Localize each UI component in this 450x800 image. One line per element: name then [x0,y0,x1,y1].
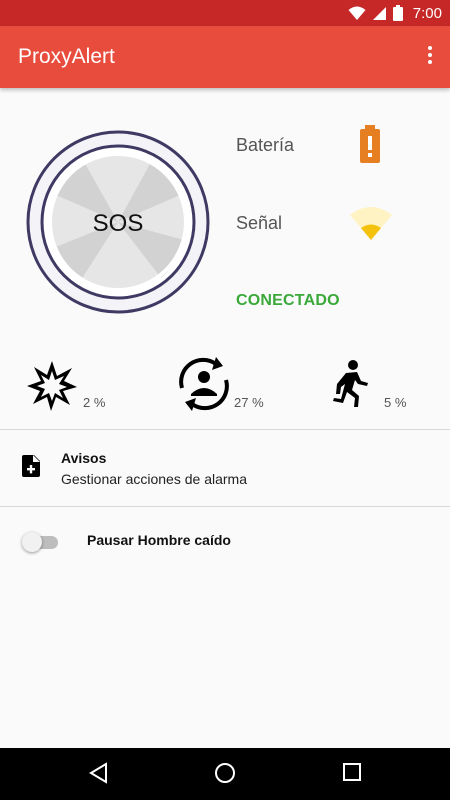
avisos-title: Avisos [61,450,107,466]
overflow-dot [428,60,432,64]
pause-man-down-label: Pausar Hombre caído [87,532,231,548]
connection-status: CONECTADO [236,292,340,309]
add-document-icon [22,455,40,477]
back-icon[interactable] [88,762,110,784]
battery-status-icon [392,5,403,21]
pause-man-down-row: Pausar Hombre caído [0,507,450,571]
battery-alert-icon [360,125,380,163]
navigation-bar [0,748,450,800]
avisos-subtitle: Gestionar acciones de alarma [61,471,247,487]
status-time: 7:00 [412,4,442,22]
rotation-value: 27 % [234,395,264,410]
pause-man-down-toggle[interactable] [22,531,60,552]
app-bar: ProxyAlert [0,26,450,88]
cell-signal-icon [372,6,386,20]
impact-value: 2 % [83,395,106,410]
recents-icon[interactable] [342,762,362,782]
status-bar: 7:00 [0,0,450,26]
overflow-dot [428,46,432,50]
battery-label: Batería [236,135,295,155]
impact-icon [27,361,77,411]
sos-label: SOS [92,210,144,237]
running-value: 5 % [384,395,407,410]
running-person-icon [333,360,368,407]
overflow-dot [428,53,432,57]
avisos-item[interactable]: Avisos Gestionar acciones de alarma [0,430,450,506]
signal-wifi-icon [350,207,392,240]
status-icons: 7:00 [348,4,442,22]
signal-label: Señal [236,213,283,233]
home-icon[interactable] [214,762,236,784]
toggle-thumb [22,532,42,552]
app-title: ProxyAlert [18,45,115,68]
rotation-person-icon [179,357,229,411]
sos-button[interactable]: SOS [26,130,210,314]
overflow-menu-button[interactable] [424,46,436,68]
wifi-status-icon [348,6,366,20]
